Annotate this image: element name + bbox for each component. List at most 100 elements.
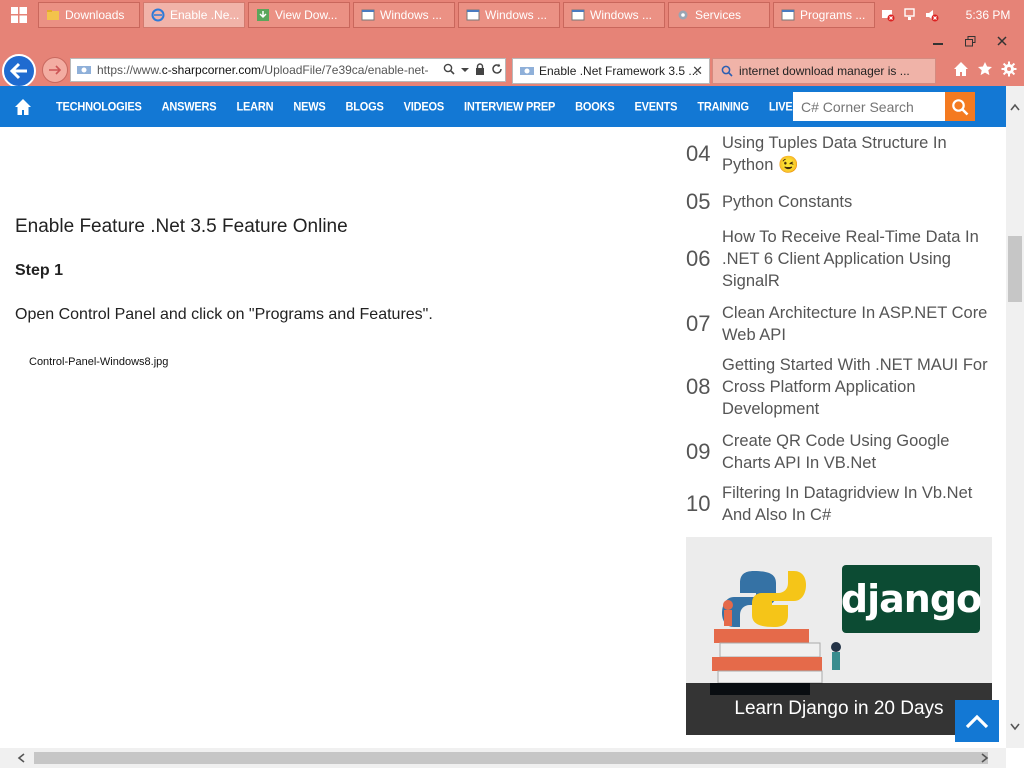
- taskbar-item[interactable]: Windows ...: [458, 2, 560, 28]
- trending-item[interactable]: 09 Create QR Code Using Google Charts API…: [686, 428, 992, 476]
- internet-explorer-icon: [150, 7, 166, 23]
- trending-rank: 06: [686, 246, 711, 271]
- taskbar-items: Downloads Enable .Ne... View Dow... Windows…: [38, 2, 878, 28]
- network-icon[interactable]: [902, 7, 918, 23]
- tab-active[interactable]: Enable .Net Framework 3.5 ... ✕: [512, 58, 710, 84]
- site-nav-item[interactable]: ANSWERS: [162, 100, 217, 113]
- trending-item[interactable]: 05 Python Constants: [686, 184, 992, 220]
- refresh-icon[interactable]: [491, 63, 503, 78]
- back-button[interactable]: [2, 54, 36, 88]
- trending-title-link[interactable]: How To Receive Real-Time Data In .NET 6 …: [722, 226, 992, 292]
- settings-gear-icon[interactable]: [1000, 60, 1018, 78]
- browser-navbar: https://www.c-sharpcorner.com/UploadFile…: [0, 54, 1024, 88]
- forward-button[interactable]: [42, 57, 68, 83]
- taskbar-item[interactable]: Programs ...: [773, 2, 875, 28]
- taskbar-item[interactable]: Windows ...: [353, 2, 455, 28]
- network-warning-icon[interactable]: [880, 7, 896, 23]
- volume-muted-icon[interactable]: [924, 7, 940, 23]
- window-icon: [780, 7, 796, 23]
- taskbar-item[interactable]: View Dow...: [248, 2, 350, 28]
- taskbar-item[interactable]: Downloads: [38, 2, 140, 28]
- article-heading: Enable Feature .Net 3.5 Feature Online: [15, 216, 348, 237]
- broken-image-alt-text: Control-Panel-Windows8.jpg: [29, 356, 169, 368]
- trending-title-link[interactable]: Filtering In Datagridview In Vb.Net And …: [722, 482, 992, 526]
- trending-title-link[interactable]: Clean Architecture In ASP.NET Core Web A…: [722, 302, 992, 346]
- site-nav-item[interactable]: LIVE: [769, 100, 793, 113]
- horizontal-scrollbar[interactable]: [0, 748, 1006, 768]
- taskbar: Downloads Enable .Ne... View Dow... Windows…: [0, 0, 1024, 30]
- scroll-left-arrow-icon[interactable]: [12, 748, 30, 768]
- trending-title-link[interactable]: Create QR Code Using Google Charts API I…: [722, 430, 992, 474]
- start-button[interactable]: [0, 0, 38, 30]
- url-domain: c-sharpcorner.com: [161, 63, 262, 77]
- trending-item[interactable]: 04 Using Tuples Data Structure In Python …: [686, 128, 992, 180]
- home-icon[interactable]: [952, 60, 970, 78]
- taskbar-item-label: Enable .Ne...: [170, 8, 240, 22]
- site-nav-item[interactable]: LEARN: [236, 100, 273, 113]
- system-tray: 5:36 PM: [880, 0, 1024, 30]
- clock[interactable]: 5:36 PM: [952, 8, 1024, 22]
- site-nav-item[interactable]: VIDEOS: [404, 100, 445, 113]
- taskbar-item-label: Windows ...: [485, 8, 548, 22]
- url-path: /UploadFile/7e39ca/enable-net-: [261, 63, 429, 77]
- forward-arrow-icon: [49, 65, 62, 75]
- restore-button[interactable]: [954, 32, 986, 50]
- window-icon: [360, 7, 376, 23]
- trending-item[interactable]: 06 How To Receive Real-Time Data In .NET …: [686, 224, 992, 294]
- close-window-button[interactable]: [986, 32, 1018, 50]
- scroll-down-arrow-icon[interactable]: [1006, 718, 1024, 736]
- site-nav-item[interactable]: EVENTS: [635, 100, 678, 113]
- site-nav-item[interactable]: NEWS: [293, 100, 325, 113]
- search-icon[interactable]: [443, 63, 455, 78]
- site-nav-item[interactable]: BLOGS: [346, 100, 384, 113]
- site-nav-item[interactable]: INTERVIEW PREP: [464, 100, 555, 113]
- site-search: [793, 92, 975, 121]
- dropdown-arrow-icon[interactable]: [461, 63, 469, 78]
- scroll-up-arrow-icon[interactable]: [1006, 98, 1024, 116]
- screen: Downloads Enable .Ne... View Dow... Windows…: [0, 0, 1024, 768]
- article-paragraph: Open Control Panel and click on "Program…: [15, 306, 433, 323]
- close-tab-icon[interactable]: ✕: [692, 63, 703, 79]
- site-favicon-icon: [519, 63, 535, 79]
- banner-caption: Learn Django in 20 Days: [686, 683, 992, 735]
- trending-rank: 07: [686, 311, 711, 336]
- back-arrow-icon: [9, 62, 27, 80]
- taskbar-item-label: Downloads: [65, 8, 125, 22]
- taskbar-item-label: Windows ...: [380, 8, 443, 22]
- site-favicon-icon: [75, 61, 93, 79]
- site-search-button[interactable]: [945, 92, 975, 121]
- trending-item[interactable]: 10 Filtering In Datagridview In Vb.Net An…: [686, 480, 992, 528]
- trending-title-link[interactable]: Getting Started With .NET MAUI For Cross…: [722, 354, 992, 420]
- search-icon: [719, 63, 735, 79]
- site-search-input[interactable]: [793, 93, 943, 120]
- site-nav-item[interactable]: TECHNOLOGIES: [56, 100, 142, 113]
- site-nav-item[interactable]: BOOKS: [575, 100, 615, 113]
- favorites-star-icon[interactable]: [976, 60, 994, 78]
- taskbar-item[interactable]: Services: [668, 2, 770, 28]
- url-text[interactable]: https://www.c-sharpcorner.com/UploadFile…: [97, 63, 439, 77]
- window-controls: [922, 32, 1018, 50]
- trending-item[interactable]: 08 Getting Started With .NET MAUI For Cro…: [686, 352, 992, 422]
- step-heading: Step 1: [15, 262, 64, 279]
- taskbar-item[interactable]: Windows ...: [563, 2, 665, 28]
- taskbar-item[interactable]: Enable .Ne...: [143, 2, 245, 28]
- site-nav-item[interactable]: TRAINING: [697, 100, 749, 113]
- minimize-button[interactable]: [922, 32, 954, 50]
- site-home-icon[interactable]: [0, 86, 46, 127]
- tab-inactive[interactable]: internet download manager is ...: [712, 58, 936, 84]
- browser-titlebar: [0, 30, 1024, 54]
- address-bar[interactable]: https://www.c-sharpcorner.com/UploadFile…: [70, 58, 506, 82]
- scroll-right-arrow-icon[interactable]: [976, 748, 994, 768]
- scroll-to-top-button[interactable]: [955, 700, 999, 742]
- vertical-scroll-thumb[interactable]: [1008, 236, 1022, 302]
- windows-logo-icon: [11, 7, 27, 23]
- trending-item[interactable]: 07 Clean Architecture In ASP.NET Core Web…: [686, 300, 992, 348]
- django-banner[interactable]: django Learn Django in 20 Days: [686, 537, 992, 735]
- trending-title-link[interactable]: Python Constants: [722, 191, 992, 213]
- trending-rank: 05: [686, 189, 711, 214]
- browser-toolbar: [952, 60, 1018, 78]
- vertical-scrollbar[interactable]: [1006, 86, 1024, 748]
- horizontal-scroll-thumb[interactable]: [34, 752, 988, 764]
- lock-icon[interactable]: [475, 62, 485, 78]
- trending-title-link[interactable]: Using Tuples Data Structure In Python 😉: [722, 132, 992, 176]
